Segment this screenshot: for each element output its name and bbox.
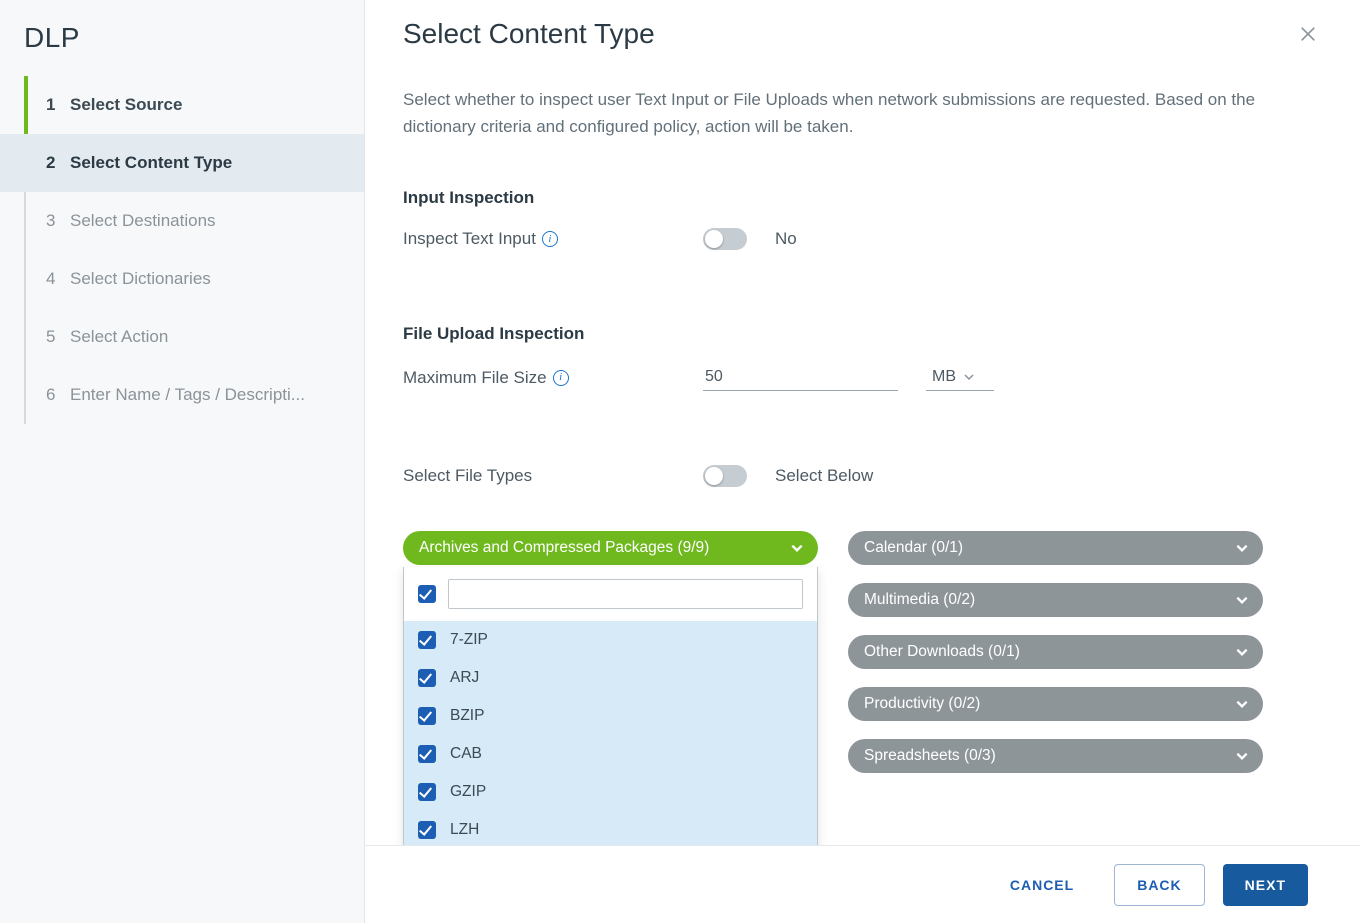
wizard-sidebar: DLP 1 Select Source 2 Select Content Typ… [0,0,365,923]
section-file-upload-heading: File Upload Inspection [403,324,1322,344]
step-number: 1 [46,95,70,115]
section-input-inspection-heading: Input Inspection [403,188,1322,208]
wizard-steps: 1 Select Source 2 Select Content Type 3 … [0,76,364,424]
pill-label: Calendar (0/1) [864,539,963,557]
close-button[interactable] [1294,20,1322,48]
page-title: Select Content Type [403,18,655,50]
chevron-down-icon [1235,645,1249,659]
filetype-item[interactable]: BZIP [404,697,817,735]
main-panel: Select Content Type Select whether to in… [365,0,1360,923]
chevron-down-icon [1235,541,1249,555]
close-icon [1298,24,1318,44]
max-file-size-unit-select[interactable]: MB [926,364,994,391]
chevron-down-icon [964,372,974,382]
row-inspect-text-input: Inspect Text Input i No [403,228,1322,250]
wizard-step-5[interactable]: 5 Select Action [0,308,364,366]
filetype-item[interactable]: CAB [404,735,817,773]
item-label: CAB [450,745,482,763]
main-header: Select Content Type [365,0,1360,50]
label-text: Inspect Text Input [403,229,536,249]
filetype-pill-col-left: Archives and Compressed Packages (9/9) [403,531,818,565]
step-label: Select Destinations [70,211,216,231]
chevron-down-icon [1235,593,1249,607]
step-label: Select Source [70,95,182,115]
item-label: GZIP [450,783,486,801]
item-label: LZH [450,821,479,839]
pill-label: Spreadsheets (0/3) [864,747,996,765]
item-checkbox[interactable] [418,821,436,839]
wizard-step-2[interactable]: 2 Select Content Type [0,134,364,192]
filetype-item[interactable]: 7-ZIP [404,621,817,659]
step-number: 5 [46,327,70,347]
pill-archives[interactable]: Archives and Compressed Packages (9/9) [403,531,818,565]
step-number: 6 [46,385,70,405]
row-select-file-types: Select File Types Select Below [403,465,1322,487]
item-label: BZIP [450,707,484,725]
item-label: ARJ [450,669,479,687]
chevron-down-icon [1235,697,1249,711]
wizard-title: DLP [0,0,364,76]
dropdown-filter-input[interactable] [448,579,803,609]
label-text: Maximum File Size [403,368,547,388]
step-number: 4 [46,269,70,289]
max-file-size-input[interactable] [703,364,898,391]
pill-multimedia[interactable]: Multimedia (0/2) [848,583,1263,617]
inspect-text-input-label: Inspect Text Input i [403,229,703,249]
step-label: Select Action [70,327,168,347]
main-scroll-area[interactable]: Select whether to inspect user Text Inpu… [365,66,1360,845]
back-button[interactable]: Back [1114,864,1204,906]
unit-value: MB [932,368,956,386]
pill-spreadsheets[interactable]: Spreadsheets (0/3) [848,739,1263,773]
select-file-types-value: Select Below [775,466,873,486]
pill-archives-dropdown: 7-ZIP ARJ BZIP CAB GZIP LZH [403,567,818,845]
filetype-pill-col-right: Calendar (0/1) Multimedia (0/2) Other Do… [848,531,1263,773]
select-all-checkbox[interactable] [418,585,436,603]
pill-label: Other Downloads (0/1) [864,643,1020,661]
info-icon[interactable]: i [542,231,558,247]
chevron-down-icon [1235,749,1249,763]
pill-calendar[interactable]: Calendar (0/1) [848,531,1263,565]
pill-label: Multimedia (0/2) [864,591,975,609]
row-max-file-size: Maximum File Size i MB [403,364,1322,391]
filetype-pills-area: Archives and Compressed Packages (9/9) [403,531,1322,773]
wizard-footer: Cancel Back Next [365,845,1360,923]
dropdown-header [404,567,817,621]
select-file-types-label: Select File Types [403,466,703,486]
page-description: Select whether to inspect user Text Inpu… [403,86,1303,140]
item-checkbox[interactable] [418,745,436,763]
filetype-item[interactable]: LZH [404,811,817,845]
wizard-step-3[interactable]: 3 Select Destinations [0,192,364,250]
info-icon[interactable]: i [553,370,569,386]
step-label: Enter Name / Tags / Descripti... [70,385,305,405]
step-label: Select Dictionaries [70,269,211,289]
step-label: Select Content Type [70,153,232,173]
next-button[interactable]: Next [1223,864,1308,906]
wizard-step-4[interactable]: 4 Select Dictionaries [0,250,364,308]
pill-label: Productivity (0/2) [864,695,980,713]
max-file-size-label: Maximum File Size i [403,368,703,388]
cancel-button[interactable]: Cancel [988,864,1096,906]
filetype-item[interactable]: ARJ [404,659,817,697]
pill-other-downloads[interactable]: Other Downloads (0/1) [848,635,1263,669]
dropdown-list[interactable]: 7-ZIP ARJ BZIP CAB GZIP LZH [404,621,817,845]
item-checkbox[interactable] [418,631,436,649]
item-checkbox[interactable] [418,707,436,725]
select-file-types-toggle[interactable] [703,465,747,487]
step-number: 3 [46,211,70,231]
filetype-item[interactable]: GZIP [404,773,817,811]
item-checkbox[interactable] [418,783,436,801]
chevron-down-icon [790,541,804,555]
inspect-text-input-toggle[interactable] [703,228,747,250]
step-number: 2 [46,153,70,173]
wizard-step-1[interactable]: 1 Select Source [0,76,364,134]
pill-label: Archives and Compressed Packages (9/9) [419,539,709,557]
wizard-step-6[interactable]: 6 Enter Name / Tags / Descripti... [0,366,364,424]
item-checkbox[interactable] [418,669,436,687]
item-label: 7-ZIP [450,631,488,649]
inspect-text-input-value: No [775,229,797,249]
pill-productivity[interactable]: Productivity (0/2) [848,687,1263,721]
